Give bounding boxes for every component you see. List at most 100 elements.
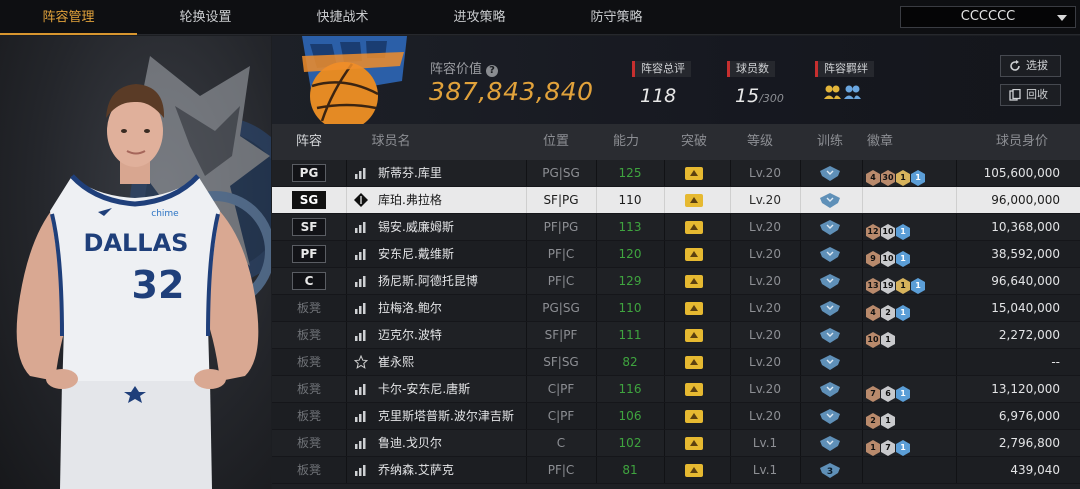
table-row[interactable]: 板凳 卡尔-安东尼.唐斯 C|PF 116 Lv.20 7 6 1 13,120,000 — [272, 376, 1080, 403]
silver-badge-icon[interactable]: 7 — [881, 440, 895, 456]
column-divider — [730, 349, 731, 375]
silver-badge-icon[interactable]: 10 — [881, 251, 895, 267]
row-slot: 板凳 — [296, 328, 321, 342]
training-shield-icon[interactable] — [820, 328, 840, 343]
bronze-badge-icon[interactable]: 2 — [866, 413, 880, 429]
table-row[interactable]: 板凳 拉梅洛.鲍尔 PG|SG 110 Lv.20 4 2 1 15,040,000 — [272, 295, 1080, 322]
table-row[interactable]: SF 锡安.威廉姆斯 PF|PG 113 Lv.20 12 10 1 10,368,000 — [272, 214, 1080, 241]
help-icon[interactable]: ? — [486, 65, 499, 77]
blue-badge-icon[interactable]: 1 — [896, 251, 910, 267]
silver-badge-icon[interactable]: 19 — [881, 278, 895, 294]
table-row[interactable]: 板凳 崔永熙 SF|SG 82 Lv.20 -- — [272, 349, 1080, 376]
table-row[interactable]: 板凳 乔纳森.艾萨克 PF|C 81 Lv.1 3 439,040 — [272, 457, 1080, 484]
blue-badge-icon[interactable]: 1 — [896, 305, 910, 321]
training-shield-icon[interactable] — [820, 436, 840, 451]
training-shield-icon[interactable] — [820, 301, 840, 316]
silver-badge-icon[interactable]: 1 — [881, 413, 895, 429]
column-divider — [596, 214, 597, 240]
table-row[interactable]: PF 安东尼.戴维斯 PF|C 120 Lv.20 9 10 1 38,592,000 — [272, 241, 1080, 268]
table-row[interactable]: C 扬尼斯.阿德托昆博 PF|C 129 Lv.20 13 19 1 1 96,640,000 — [272, 268, 1080, 295]
tab-defense-strategy[interactable]: 防守策略 — [548, 0, 685, 35]
tab-rotation-settings[interactable]: 轮换设置 — [137, 0, 274, 35]
position-badge: C — [292, 272, 326, 290]
column-divider — [730, 241, 731, 267]
table-row[interactable]: 板凳 迈克尔.波特 SF|PF 111 Lv.20 10 1 2,272,000 — [272, 322, 1080, 349]
training-shield-icon[interactable] — [820, 274, 840, 289]
star-rank-icon — [354, 355, 368, 369]
training-shield-icon[interactable] — [820, 409, 840, 424]
training-shield-icon[interactable] — [820, 382, 840, 397]
bronze-badge-icon[interactable]: 1 — [866, 440, 880, 456]
team-select-dropdown[interactable]: CCCCCC — [900, 6, 1076, 28]
bronze-badge-icon[interactable]: 12 — [866, 224, 880, 240]
training-shield-icon[interactable] — [820, 193, 840, 208]
blue-badge-icon[interactable]: 1 — [896, 224, 910, 240]
blue-badge-icon[interactable]: 1 — [911, 278, 925, 294]
crown-icon[interactable] — [685, 410, 703, 423]
players-stat: 球员数 15/300 — [727, 57, 784, 107]
table-row[interactable]: PG 斯蒂芬.库里 PG|SG 125 Lv.20 4 30 1 1 105,600,000 — [272, 160, 1080, 187]
training-shield-icon[interactable] — [820, 355, 840, 370]
col-breakthrough: 突破 — [680, 134, 707, 149]
crown-icon[interactable] — [685, 383, 703, 396]
crown-icon[interactable] — [685, 221, 703, 234]
column-divider — [346, 430, 347, 456]
gold-badge-icon[interactable]: 1 — [896, 278, 910, 294]
training-shield-icon[interactable] — [820, 220, 840, 235]
player-ability: 81 — [622, 463, 638, 477]
column-divider — [800, 376, 801, 402]
col-badges: 徽章 — [866, 134, 893, 149]
bronze-badge-icon[interactable]: 4 — [866, 305, 880, 321]
players-label: 球员数 — [727, 61, 775, 77]
training-shield-icon[interactable] — [820, 166, 840, 181]
crown-icon[interactable] — [685, 167, 703, 180]
blue-badge-icon[interactable]: 1 — [911, 170, 925, 186]
top-nav: 阵容管理 轮换设置 快捷战术 进攻策略 防守策略 CCCCCC — [0, 0, 1080, 35]
crown-icon[interactable] — [685, 248, 703, 261]
gold-badge-icon[interactable]: 1 — [896, 170, 910, 186]
table-row[interactable]: SG 库珀.弗拉格 SF|PG 110 Lv.20 96,000,000 — [272, 187, 1080, 214]
player-salary: 96,000,000 — [991, 193, 1060, 207]
roster-management-screen: 阵容管理 轮换设置 快捷战术 进攻策略 防守策略 CCCCCC DALLAS 3… — [0, 0, 1080, 489]
crown-icon[interactable] — [685, 464, 703, 477]
synergy-icons[interactable] — [823, 83, 874, 107]
crown-icon[interactable] — [685, 356, 703, 369]
tab-quick-tactics[interactable]: 快捷战术 — [274, 0, 411, 35]
training-shield-icon[interactable]: 3 — [820, 463, 840, 478]
blue-badge-icon[interactable]: 1 — [896, 386, 910, 402]
player-name: 锡安.威廉姆斯 — [378, 220, 454, 234]
silver-badge-icon[interactable]: 2 — [881, 305, 895, 321]
blue-badge-icon[interactable]: 1 — [896, 440, 910, 456]
position-badge: PF — [292, 245, 326, 263]
signal-rank-icon — [355, 168, 366, 179]
column-divider — [800, 268, 801, 294]
bronze-badge-icon[interactable]: 13 — [866, 278, 880, 294]
training-shield-icon[interactable] — [820, 247, 840, 262]
recycle-button[interactable]: 回收 — [1000, 84, 1061, 106]
table-row[interactable]: 板凳 克里斯塔普斯.波尔津吉斯 C|PF 106 Lv.20 2 1 6,976,000 — [272, 403, 1080, 430]
column-divider — [526, 214, 527, 240]
column-divider — [346, 160, 347, 186]
crown-icon[interactable] — [685, 302, 703, 315]
silver-badge-icon[interactable]: 10 — [881, 224, 895, 240]
column-divider — [664, 214, 665, 240]
silver-badge-icon[interactable]: 1 — [881, 332, 895, 348]
bronze-badge-icon[interactable]: 9 — [866, 251, 880, 267]
crown-icon[interactable] — [685, 275, 703, 288]
select-button[interactable]: 选拔 — [1000, 55, 1061, 77]
column-divider — [526, 376, 527, 402]
tab-offense-strategy[interactable]: 进攻策略 — [411, 0, 548, 35]
bronze-badge-icon[interactable]: 7 — [866, 386, 880, 402]
player-level: Lv.20 — [749, 193, 781, 207]
bronze-badge-icon[interactable]: 30 — [881, 170, 895, 186]
table-row[interactable]: 板凳 鲁迪.戈贝尔 C 102 Lv.1 1 7 1 2,796,800 — [272, 430, 1080, 457]
tab-roster-management[interactable]: 阵容管理 — [0, 0, 137, 35]
silver-badge-icon[interactable]: 6 — [881, 386, 895, 402]
rating-label: 阵容总评 — [632, 61, 691, 77]
crown-icon[interactable] — [685, 437, 703, 450]
bronze-badge-icon[interactable]: 4 — [866, 170, 880, 186]
bronze-badge-icon[interactable]: 10 — [866, 332, 880, 348]
crown-icon[interactable] — [685, 329, 703, 342]
knicks-logo — [302, 36, 407, 124]
crown-icon[interactable] — [685, 194, 703, 207]
